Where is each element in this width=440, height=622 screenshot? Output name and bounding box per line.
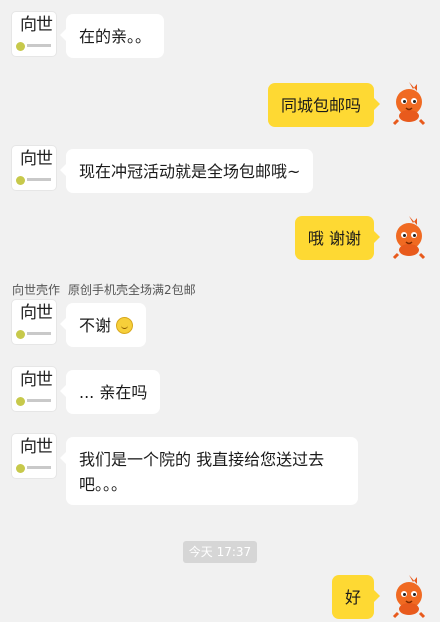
- shop-logo-dot: [16, 397, 25, 406]
- message-bubble[interactable]: 不谢: [59, 303, 147, 347]
- sender-tagline: 原创手机壳全场满2包邮: [68, 283, 196, 297]
- message-text: 在的亲。。: [79, 27, 152, 46]
- sender-label: 向世壳作 原创手机壳全场满2包邮: [12, 281, 204, 298]
- message-bubble[interactable]: ... 亲在吗: [59, 370, 161, 414]
- shop-avatar[interactable]: 向世: [12, 367, 56, 411]
- user-avatar[interactable]: [386, 214, 432, 260]
- message-bubble[interactable]: 好: [331, 575, 381, 619]
- shop-logo-dot: [16, 464, 25, 473]
- shop-avatar-glyph: 向世: [20, 149, 53, 169]
- message-text-line: 我们是一个院的 我直接给您送过去: [79, 450, 325, 469]
- shop-logo-text: [27, 44, 51, 47]
- message-bubble[interactable]: 同城包邮吗: [267, 83, 381, 127]
- message-bubble[interactable]: 现在冲冠活动就是全场包邮哦~: [59, 149, 314, 193]
- shop-avatar-glyph: 向世: [20, 370, 53, 390]
- shop-logo-text: [27, 399, 51, 402]
- shop-avatar[interactable]: 向世: [12, 146, 56, 190]
- shop-logo-text: [27, 332, 51, 335]
- sender-name: 向世壳作: [12, 283, 61, 297]
- shop-logo-dot: [16, 330, 25, 339]
- timestamp-pill: 今天 17:37: [183, 541, 257, 563]
- shop-avatar-glyph: 向世: [20, 437, 53, 457]
- message-text: ... 亲在吗: [79, 383, 148, 402]
- shop-logo-text: [27, 466, 51, 469]
- shop-logo-text: [27, 178, 51, 181]
- message-text: 现在冲冠活动就是全场包邮哦~: [79, 162, 301, 181]
- shop-logo-dot: [16, 176, 25, 185]
- message-bubble[interactable]: 我们是一个院的 我直接给您送过去 吧。。。: [60, 437, 358, 505]
- shop-avatar[interactable]: 向世: [12, 12, 56, 56]
- message-bubble[interactable]: 在的亲。。: [59, 14, 165, 58]
- user-avatar[interactable]: [386, 80, 432, 126]
- shop-avatar-glyph: 向世: [20, 303, 53, 323]
- user-avatar[interactable]: [386, 573, 432, 619]
- shop-avatar[interactable]: 向世: [12, 434, 56, 478]
- shop-logo-dot: [16, 42, 25, 51]
- message-text: 好: [344, 588, 361, 607]
- message-bubble[interactable]: 哦 谢谢: [294, 216, 381, 260]
- shop-avatar[interactable]: 向世: [12, 300, 56, 344]
- message-text: 不谢: [79, 316, 112, 335]
- shop-avatar-glyph: 向世: [20, 15, 53, 35]
- smile-emoji-icon: [116, 317, 134, 334]
- message-text-line: 吧。。。: [79, 475, 128, 494]
- message-text: 哦 谢谢: [307, 229, 361, 248]
- message-text: 同城包邮吗: [280, 96, 361, 115]
